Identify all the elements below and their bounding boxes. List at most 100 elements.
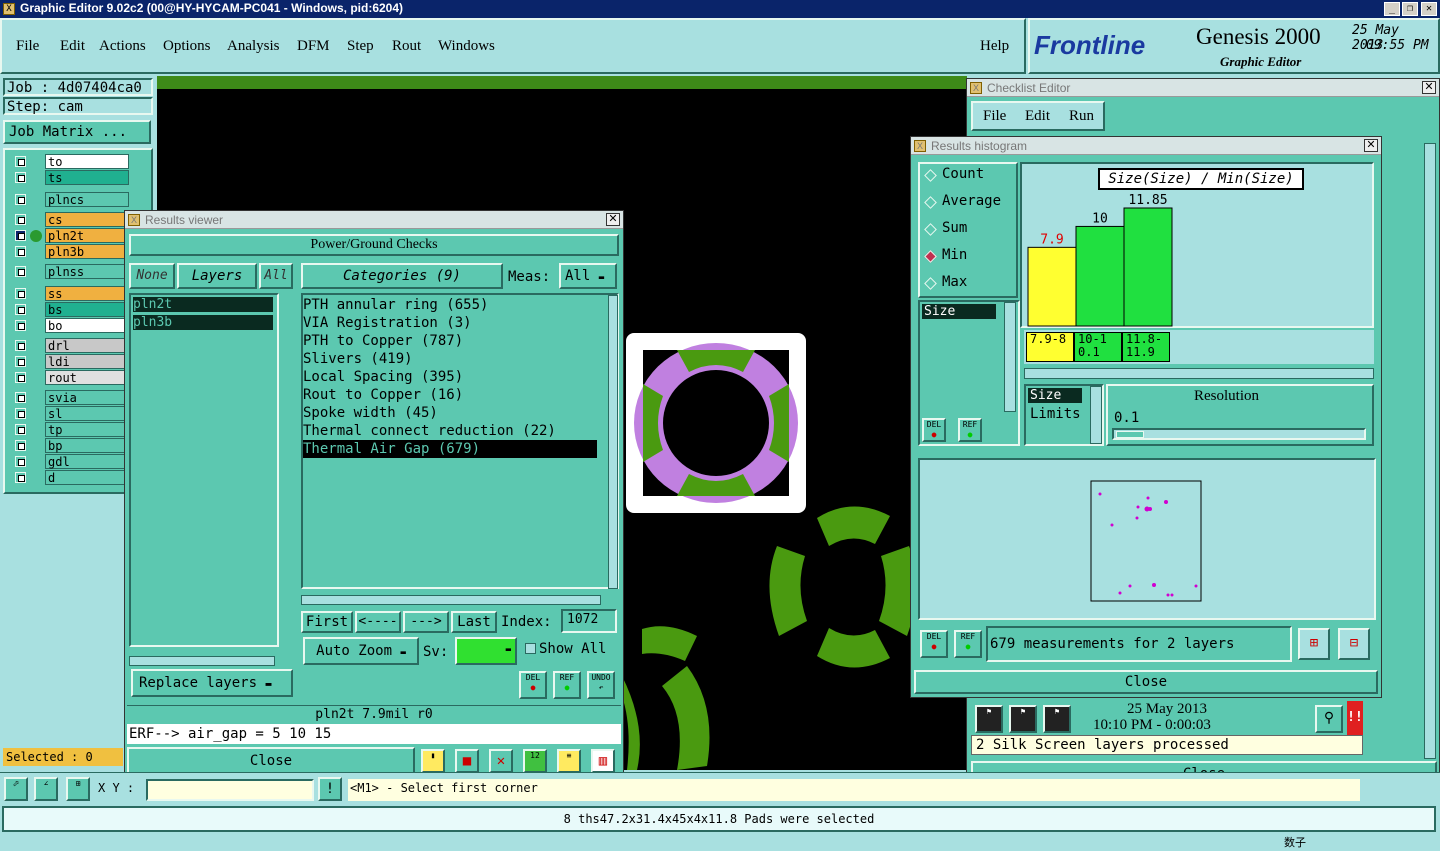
menu-help[interactable]: Help: [980, 38, 1009, 55]
checklist-vscroll[interactable]: [1424, 143, 1436, 759]
aggregate-option-max[interactable]: Max: [924, 274, 967, 290]
layer-row-ss[interactable]: ss: [11, 286, 129, 301]
next-button[interactable]: --->: [403, 611, 449, 633]
histogram-bar[interactable]: [1075, 225, 1125, 327]
menu-windows[interactable]: Windows: [438, 38, 495, 55]
zoom-box-icon[interactable]: ⬀: [4, 777, 28, 801]
alert-icon[interactable]: !!: [1347, 701, 1363, 737]
layer-row-gdl[interactable]: gdl: [11, 454, 129, 469]
layer-name[interactable]: ldi: [45, 354, 129, 369]
layer-checkbox[interactable]: [15, 356, 26, 367]
layer-name[interactable]: drl: [45, 338, 129, 353]
layer-name[interactable]: rout: [45, 370, 129, 385]
job-matrix-button[interactable]: Job Matrix ...: [3, 120, 151, 144]
category-item[interactable]: Slivers (419): [303, 350, 413, 368]
meas-dropdown[interactable]: All ▬: [559, 263, 617, 289]
severity-dropdown[interactable]: ▬: [455, 637, 517, 665]
measure-icon[interactable]: ∠: [34, 777, 58, 801]
layer-list-hscroll[interactable]: [129, 656, 275, 666]
attr-list-vscroll[interactable]: [1004, 302, 1016, 412]
category-item[interactable]: PTH to Copper (787): [303, 332, 463, 350]
ref-button[interactable]: REF ●: [954, 630, 982, 658]
delete-button[interactable]: DEL ●: [920, 630, 948, 658]
index-input[interactable]: 1072: [561, 609, 617, 633]
export-icon[interactable]: ⊞: [1298, 628, 1330, 660]
close-button[interactable]: Close: [127, 747, 415, 775]
menu-actions[interactable]: Actions: [99, 38, 146, 55]
layer-checkbox[interactable]: [15, 172, 26, 183]
layer-checkbox[interactable]: [15, 156, 26, 167]
layer-name[interactable]: pln3b: [45, 244, 129, 259]
category-item[interactable]: Thermal connect reduction (22): [303, 422, 556, 440]
layer-row-to[interactable]: to: [11, 154, 129, 169]
all-button[interactable]: All: [259, 263, 293, 289]
layer-row-plncs[interactable]: plncs: [11, 192, 129, 207]
layer-name[interactable]: ss: [45, 286, 129, 301]
checklist-menu-run[interactable]: Run: [1069, 108, 1094, 125]
undo-results-button[interactable]: UNDO ↶: [587, 671, 615, 699]
run-selected-icon[interactable]: ⚑: [1043, 705, 1071, 733]
close-icon[interactable]: ✕: [1422, 81, 1436, 94]
layer-row-bs[interactable]: bs: [11, 302, 129, 317]
checklist-menu-file[interactable]: File: [983, 108, 1006, 125]
menu-step[interactable]: Step: [347, 38, 374, 55]
run-icon[interactable]: ▮: [421, 749, 445, 773]
resolution-slider[interactable]: [1112, 428, 1366, 440]
layer-checkbox[interactable]: [15, 320, 26, 331]
power-ground-checks-button[interactable]: Power/Ground Checks: [129, 234, 619, 256]
layer-row-pln3b[interactable]: pln3b: [11, 244, 129, 259]
restore-button[interactable]: ❐: [1402, 2, 1418, 16]
replace-layers-dropdown[interactable]: Replace layers ▬: [131, 669, 293, 697]
category-item[interactable]: Local Spacing (395): [303, 368, 463, 386]
list-item[interactable]: pln3b: [133, 315, 273, 330]
stop-icon[interactable]: ■: [455, 749, 479, 773]
last-button[interactable]: Last: [451, 611, 497, 633]
layer-checkbox[interactable]: [15, 340, 26, 351]
delete-results-button[interactable]: DEL ●: [519, 671, 547, 699]
category-item[interactable]: Rout to Copper (16): [303, 386, 463, 404]
xy-input[interactable]: [146, 779, 314, 801]
layer-name[interactable]: sl: [45, 406, 129, 421]
layer-row-cs[interactable]: cs: [11, 212, 129, 227]
layer-name[interactable]: svia: [45, 390, 129, 405]
warning-icon[interactable]: !: [318, 777, 342, 801]
layer-checkbox[interactable]: [15, 304, 26, 315]
menu-file[interactable]: File: [16, 38, 39, 55]
category-hscroll[interactable]: [301, 595, 601, 605]
layer-checkbox[interactable]: [15, 440, 26, 451]
cancel-icon[interactable]: ✕: [489, 749, 513, 773]
layer-name[interactable]: bo: [45, 318, 129, 333]
layer-name[interactable]: tp: [45, 422, 129, 437]
layer-name[interactable]: gdl: [45, 454, 129, 469]
menu-analysis[interactable]: Analysis: [227, 38, 280, 55]
layer-name[interactable]: plncs: [45, 192, 129, 207]
layer-name[interactable]: bs: [45, 302, 129, 317]
bin-label[interactable]: 10-10.1: [1074, 332, 1122, 362]
layer-name[interactable]: cs: [45, 212, 129, 227]
zoom-icon[interactable]: ⚲: [1315, 705, 1343, 733]
category-item[interactable]: PTH annular ring (655): [303, 296, 488, 314]
list-item[interactable]: Size: [1028, 388, 1082, 403]
menu-edit[interactable]: Edit: [60, 38, 85, 55]
ref-button[interactable]: REF ●: [958, 418, 982, 442]
layer-row-tp[interactable]: tp: [11, 422, 129, 437]
close-icon[interactable]: ✕: [606, 213, 620, 226]
layer-checkbox[interactable]: [15, 424, 26, 435]
histogram-icon[interactable]: ▥: [591, 749, 615, 773]
first-button[interactable]: First: [301, 611, 353, 633]
checklist-menu-edit[interactable]: Edit: [1025, 108, 1050, 125]
layer-checkbox[interactable]: [15, 246, 26, 257]
layer-checkbox[interactable]: [15, 472, 26, 483]
layer-row-plnss[interactable]: plnss: [11, 264, 129, 279]
category-item[interactable]: Thermal Air Gap (679): [303, 440, 597, 458]
category-item[interactable]: VIA Registration (3): [303, 314, 472, 332]
ref-results-button[interactable]: REF ●: [553, 671, 581, 699]
snap-icon[interactable]: ⊞: [66, 777, 90, 801]
layer-checkbox[interactable]: [15, 456, 26, 467]
category-item[interactable]: Spoke width (45): [303, 404, 438, 422]
layer-name[interactable]: d: [45, 470, 129, 485]
show-all-checkbox[interactable]: [525, 643, 536, 654]
menu-dfm[interactable]: DFM: [297, 38, 330, 55]
run-step-icon[interactable]: ⚑: [1009, 705, 1037, 733]
delete-button[interactable]: DEL ●: [922, 418, 946, 442]
